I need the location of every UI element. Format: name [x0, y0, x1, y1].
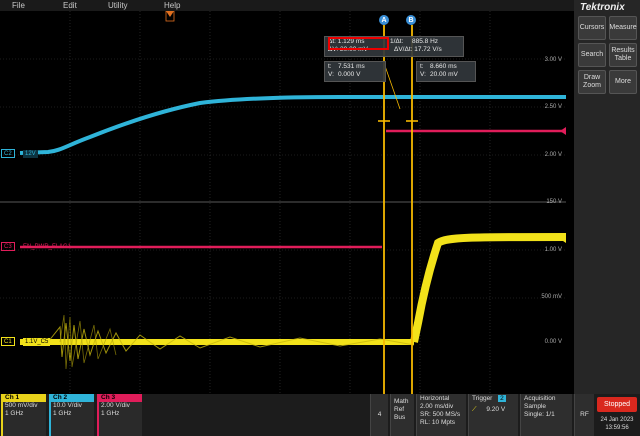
ch2-tag[interactable]: C2 — [1, 149, 15, 158]
search-button[interactable]: Search — [578, 43, 606, 67]
horizontal-record-length: RL: 10 Mpts — [420, 419, 456, 426]
delta-t-highlight-box — [328, 37, 389, 50]
scale-label: 150 V — [546, 199, 562, 205]
menu-help[interactable]: Help — [164, 0, 180, 11]
ch1-title: Ch 1 — [3, 394, 46, 402]
time-label: 13:59:56 — [605, 425, 629, 431]
ch3-label: EN_PWR_FLAG1 — [23, 244, 72, 250]
scale-label: 3.00 V — [544, 57, 562, 63]
menu-file[interactable]: File — [12, 0, 25, 11]
inv-delta-t-label: 1/Δt: — [390, 38, 404, 45]
acquisition-settings-badge[interactable]: Acquisition Sample Single: 1/1 — [520, 394, 572, 436]
ch3-tag[interactable]: C3 — [1, 242, 15, 251]
scale-label: 500 mV — [541, 294, 562, 300]
ch1-bandwidth: 1 GHz — [5, 410, 24, 417]
cursor-a-t-value: 7.531 ms — [338, 63, 365, 70]
ch2-bandwidth: 1 GHz — [53, 410, 72, 417]
menu-bar: File Edit Utility Help — [0, 0, 574, 11]
ch1-waveform — [20, 233, 566, 370]
rf-button[interactable]: RF — [574, 394, 594, 436]
ch3-title: Ch 3 — [99, 394, 142, 402]
cursor-b-t-value: 8.660 ms — [430, 63, 457, 70]
trigger-settings-badge[interactable]: Trigger 2 ⟋ 9.20 V — [468, 394, 518, 436]
date-label: 24 Jan 2023 — [600, 417, 634, 423]
trigger-title: Trigger — [472, 395, 493, 402]
trigger-slope-icon: ⟋ — [472, 406, 477, 413]
cursor-b-readout[interactable]: t: 8.660 ms V: 20.00 mV — [416, 61, 476, 82]
scale-label: 2.00 V — [544, 152, 562, 158]
ch3-level-marker — [560, 127, 566, 135]
acquisition-mode: Sample — [524, 403, 547, 410]
cursor-a-readout[interactable]: t: 7.531 ms V: 0.000 V — [324, 61, 386, 82]
cursor-a-v-value: 0.000 V — [338, 71, 361, 78]
menu-utility[interactable]: Utility — [108, 0, 128, 11]
scale-label: 0.00 V — [544, 339, 562, 345]
run-stop-button[interactable]: Stopped — [597, 397, 637, 412]
cursor-b-v-label: V: — [420, 71, 426, 78]
cursor-b-v-value: 20.00 mV — [430, 71, 458, 78]
cursor-a-t-label: t: — [328, 63, 332, 70]
date-time: 24 Jan 2023 13:59:56 — [597, 416, 637, 432]
horizontal-settings-badge[interactable]: Horizontal 2.00 ms/div SR: 500 MS/s RL: … — [416, 394, 466, 436]
trigger-position-icon[interactable] — [165, 11, 175, 22]
ch2-settings-badge[interactable]: Ch 2 10.0 V/div 1 GHz — [49, 394, 94, 436]
ch2-label: 12V — [23, 150, 38, 158]
measure-button[interactable]: Measure — [609, 16, 637, 40]
ch3-settings-badge[interactable]: Ch 3 2.00 V/div 1 GHz — [97, 394, 142, 436]
ch1-label: 1.1V_C5 — [23, 338, 51, 346]
scale-label: 1.00 V — [544, 247, 562, 253]
grid — [0, 11, 566, 394]
ch1-tag[interactable]: C1 — [1, 337, 15, 346]
side-panel: Tektronix Cursors Measure Search Results… — [574, 0, 640, 394]
trigger-level: 9.20 V — [486, 406, 506, 413]
ch1-scale: 500 mV/div — [5, 402, 38, 409]
math-ref-bus-button[interactable]: Math Ref Bus — [390, 394, 414, 436]
ch3-scale: 2.00 V/div — [101, 402, 130, 409]
ch2-scale: 10.0 V/div — [53, 402, 82, 409]
brand-logo: Tektronix — [580, 2, 625, 13]
acquisition-title: Acquisition — [524, 395, 556, 402]
channel-4-button[interactable]: 4 — [370, 394, 388, 436]
scale-label: 2.50 V — [544, 104, 562, 110]
bottom-bar: Ch 1 500 mV/div 1 GHz Ch 2 10.0 V/div 1 … — [0, 394, 640, 436]
cursor-b-t-label: t: — [420, 63, 424, 70]
horizontal-title: Horizontal — [420, 395, 450, 402]
ch1-settings-badge[interactable]: Ch 1 500 mV/div 1 GHz — [1, 394, 46, 436]
inv-delta-t-value: 885.8 Hz — [412, 38, 439, 45]
waveform-display[interactable]: 3.00 V 2.50 V 2.00 V 150 V 1.00 V 500 mV… — [0, 11, 566, 394]
delta-v-dt-readout: ΔV/Δt: 17.72 V/s — [394, 46, 442, 53]
horizontal-scale: 2.00 ms/div — [420, 403, 454, 410]
cursor-a-tag[interactable]: A — [379, 15, 389, 25]
cursors-button[interactable]: Cursors — [578, 16, 606, 40]
cursor-a-leader — [383, 62, 401, 110]
waveform-svg — [0, 11, 566, 394]
trigger-source-badge: 2 — [498, 395, 506, 402]
draw-zoom-button[interactable]: Draw Zoom — [578, 70, 606, 94]
horizontal-sample-rate: SR: 500 MS/s — [420, 411, 461, 418]
ch3-bandwidth: 1 GHz — [101, 410, 120, 417]
cursor-b-tag[interactable]: B — [406, 15, 416, 25]
ch2-waveform — [19, 95, 566, 155]
results-table-button[interactable]: Results Table — [609, 43, 637, 67]
more-button[interactable]: More — [609, 70, 637, 94]
cursor-a-v-label: V: — [328, 71, 334, 78]
menu-edit[interactable]: Edit — [63, 0, 77, 11]
acquisition-count: Single: 1/1 — [524, 411, 555, 418]
ch2-title: Ch 2 — [51, 394, 94, 402]
